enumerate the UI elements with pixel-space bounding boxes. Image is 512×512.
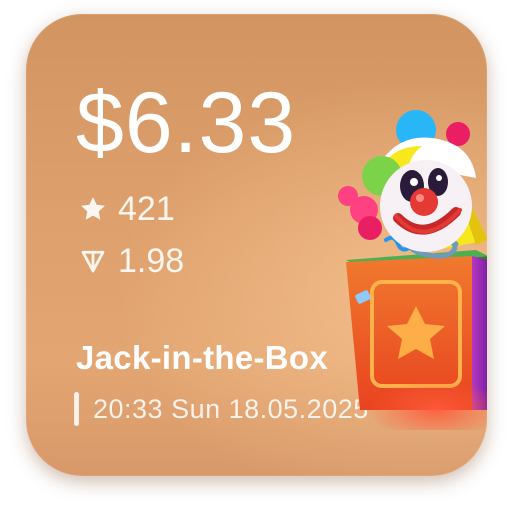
gift-card[interactable]: $6.33 421 1.98 Jack-in-the-Box 20:33 Sun… — [26, 14, 487, 476]
gift-date-row: 20:33 Sun 18.05.2025 — [74, 392, 369, 426]
date-divider — [74, 392, 79, 426]
stars-value: 421 — [118, 190, 175, 228]
gift-title: Jack-in-the-Box — [76, 339, 329, 376]
widget-canvas: $6.33 421 1.98 Jack-in-the-Box 20:33 Sun… — [0, 0, 512, 512]
star-icon — [81, 197, 105, 220]
price-usd: $6.33 — [76, 75, 297, 171]
ton-row: 1.98 — [78, 244, 184, 278]
jack-in-the-box-icon — [338, 110, 487, 430]
ton-icon — [81, 250, 105, 273]
stars-row: 421 — [78, 192, 175, 226]
ton-value: 1.98 — [118, 242, 185, 280]
